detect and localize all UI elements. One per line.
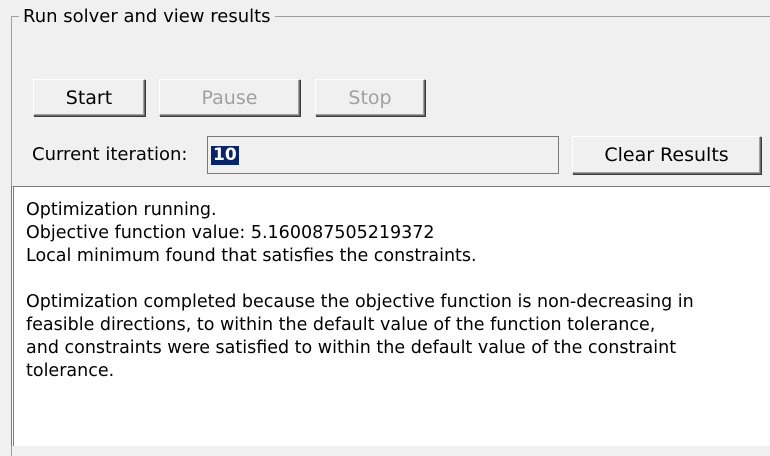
objective-value-line: Objective function value: 5.160087505219… [26,223,435,243]
current-iteration-value: 10 [211,144,239,165]
local-minimum-line: Local minimum found that satisfies the c… [26,246,477,266]
pause-button[interactable]: Pause [159,79,300,116]
completion-message-line: Optimization completed because the objec… [26,292,694,312]
clear-results-button[interactable]: Clear Results [572,136,761,174]
start-button[interactable]: Start [33,79,145,116]
completion-message-line: feasible directions, to within the defau… [26,315,656,335]
current-iteration-label: Current iteration: [32,144,188,165]
groupbox-title: Run solver and view results [19,6,275,28]
completion-message-line: tolerance. [26,361,115,381]
results-textarea[interactable]: Optimization running. Objective function… [11,186,770,446]
current-iteration-field[interactable]: 10 [207,136,559,174]
stop-button[interactable]: Stop [315,79,425,116]
status-line: Optimization running. [26,200,217,220]
completion-message-line: and constraints were satisfied to within… [26,338,677,358]
